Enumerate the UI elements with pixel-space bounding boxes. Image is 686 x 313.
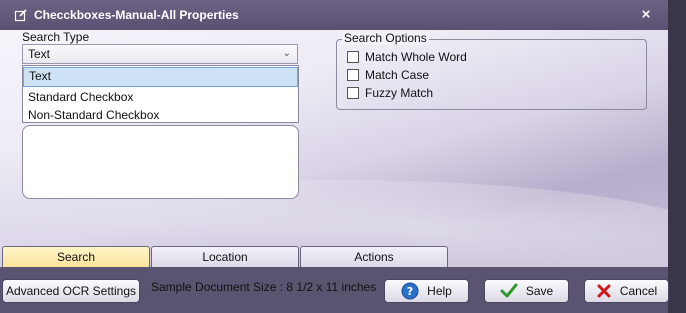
window-title: Checckboxes-Manual-All Properties [34, 8, 239, 22]
close-button[interactable]: × [638, 7, 654, 23]
match-case-label: Match Case [365, 68, 430, 82]
edit-icon [14, 8, 28, 22]
fuzzy-match-label: Fuzzy Match [365, 86, 434, 100]
option-text[interactable]: Text [23, 67, 298, 87]
chevron-down-icon[interactable]: ⌄ [283, 48, 291, 59]
help-label: Help [427, 284, 452, 298]
help-icon: ? [401, 282, 419, 300]
save-label: Save [525, 284, 554, 298]
match-case-checkbox[interactable] [347, 69, 359, 81]
search-type-label: Search Type [22, 30, 90, 44]
fuzzy-match-option[interactable]: Fuzzy Match [347, 86, 433, 100]
match-whole-word-option[interactable]: Match Whole Word [347, 50, 467, 64]
search-type-selected: Text [28, 47, 51, 61]
search-type-options: Text Standard Checkbox Non-Standard Chec… [22, 65, 299, 123]
tab-search[interactable]: Search [2, 246, 150, 268]
advanced-ocr-settings-label: Advanced OCR Settings [5, 284, 137, 298]
x-icon [596, 283, 612, 299]
search-type-dropdown[interactable]: Text ⌄ [22, 44, 298, 64]
properties-dialog: Checckboxes-Manual-All Properties × Sear… [0, 0, 686, 313]
option-standard-checkbox[interactable]: Standard Checkbox [23, 88, 298, 106]
match-case-option[interactable]: Match Case [347, 68, 429, 82]
save-button[interactable]: Save [484, 279, 569, 303]
dialog-content: Search Type Text ⌄ Text Standard Checkbo… [0, 30, 668, 267]
tab-actions[interactable]: Actions [300, 246, 448, 268]
advanced-ocr-settings-button[interactable]: Advanced OCR Settings [2, 279, 140, 303]
cancel-label: Cancel [619, 284, 658, 298]
tab-location[interactable]: Location [151, 246, 299, 268]
svg-text:?: ? [407, 285, 413, 298]
match-whole-word-label: Match Whole Word [365, 50, 467, 64]
cancel-button[interactable]: Cancel [584, 279, 669, 303]
help-button[interactable]: ? Help [384, 279, 469, 303]
match-whole-word-checkbox[interactable] [347, 51, 359, 63]
search-text-area[interactable] [22, 125, 299, 199]
option-non-standard-checkbox[interactable]: Non-Standard Checkbox [23, 106, 298, 124]
search-options-label: Search Options [342, 31, 429, 45]
checkmark-icon [500, 283, 518, 299]
sample-document-size: Sample Document Size : 8 1/2 x 11 inches [151, 280, 377, 294]
title-bar: Checckboxes-Manual-All Properties × [0, 0, 668, 30]
fuzzy-match-checkbox[interactable] [347, 87, 359, 99]
window-edge [668, 0, 686, 313]
